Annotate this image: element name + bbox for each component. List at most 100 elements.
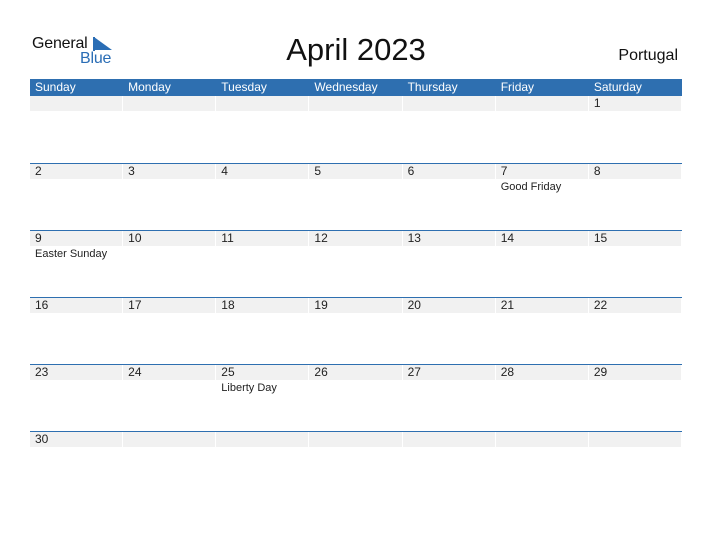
day-cell: 15: [588, 231, 682, 297]
day-cell: 20: [402, 298, 496, 364]
day-cell: [309, 432, 402, 498]
day-number: [402, 96, 495, 111]
day-number: [216, 96, 309, 111]
day-number: 11: [216, 231, 309, 246]
day-number: 5: [309, 164, 402, 179]
day-number: 14: [495, 231, 588, 246]
day-number: 13: [402, 231, 495, 246]
day-number: 4: [216, 164, 309, 179]
day-number: 17: [123, 298, 216, 313]
day-number: [309, 96, 402, 111]
day-number: 24: [123, 365, 216, 380]
day-number: 12: [309, 231, 402, 246]
day-number: 22: [588, 298, 681, 313]
day-cell: [495, 432, 589, 498]
day-cell: [495, 96, 589, 163]
day-cell: 26: [309, 365, 402, 431]
day-number: [123, 96, 216, 111]
day-cell: 25 Liberty Day: [216, 365, 309, 431]
day-cell: 1: [588, 96, 682, 163]
day-cell: [216, 96, 309, 163]
day-cell: 22: [588, 298, 682, 364]
day-cell: 8: [588, 164, 682, 230]
day-cell: 23: [30, 365, 123, 431]
day-cell: 14: [495, 231, 589, 297]
day-number: 16: [30, 298, 123, 313]
day-cell: 11: [216, 231, 309, 297]
day-number: 19: [309, 298, 402, 313]
day-cell: [402, 432, 496, 498]
day-cell: 18: [216, 298, 309, 364]
day-number: 9: [30, 231, 123, 246]
day-number: 30: [30, 432, 123, 447]
day-cell: 28: [495, 365, 589, 431]
week-row: 2 3 4 5 6 7 Good Friday 8: [30, 163, 682, 230]
day-number: 28: [495, 365, 588, 380]
week-row: 16 17 18 19 20 21 22: [30, 297, 682, 364]
country-label: Portugal: [618, 47, 678, 64]
day-cell: 6: [402, 164, 496, 230]
day-number: [216, 432, 309, 447]
weekday-saturday: Saturday: [593, 80, 642, 94]
holiday-label: Liberty Day: [221, 382, 277, 394]
weekday-thursday: Thursday: [407, 80, 458, 94]
day-number: [30, 96, 123, 111]
holiday-label: Easter Sunday: [35, 248, 108, 260]
day-cell: [123, 432, 216, 498]
day-cell: 21: [495, 298, 589, 364]
day-number: 3: [123, 164, 216, 179]
day-number: 6: [402, 164, 495, 179]
day-cell: 19: [309, 298, 402, 364]
week-row: 1: [30, 96, 682, 163]
day-cell: 3: [123, 164, 216, 230]
day-number: [123, 432, 216, 447]
day-cell: 29: [588, 365, 682, 431]
day-cell: 4: [216, 164, 309, 230]
weekday-wednesday: Wednesday: [314, 80, 378, 94]
week-row: 30: [30, 431, 682, 498]
day-number: [495, 432, 588, 447]
weekday-tuesday: Tuesday: [221, 80, 267, 94]
day-number: 2: [30, 164, 123, 179]
day-cell: 2: [30, 164, 123, 230]
day-cell: 13: [402, 231, 496, 297]
day-cell: [402, 96, 496, 163]
weekday-friday: Friday: [500, 80, 535, 94]
day-cell: 30: [30, 432, 123, 498]
day-number: 29: [588, 365, 681, 380]
day-number: 23: [30, 365, 123, 380]
day-number: 20: [402, 298, 495, 313]
weekday-header: Sunday Monday Tuesday Wednesday Thursday…: [30, 79, 682, 96]
day-number: 10: [123, 231, 216, 246]
day-cell: 5: [309, 164, 402, 230]
day-cell: 12: [309, 231, 402, 297]
day-cell: 16: [30, 298, 123, 364]
day-cell: 17: [123, 298, 216, 364]
day-number: [495, 96, 588, 111]
day-cell: 9 Easter Sunday: [30, 231, 123, 297]
day-number: 25: [216, 365, 309, 380]
day-number: [402, 432, 495, 447]
day-number: 26: [309, 365, 402, 380]
day-number: 21: [495, 298, 588, 313]
day-cell: [588, 432, 682, 498]
day-cell: [30, 96, 123, 163]
calendar-grid: 1 2 3 4 5 6 7 Good Friday 8 9 Easter Sunday 10 11 12 1…: [30, 96, 682, 498]
day-cell: 7 Good Friday: [495, 164, 589, 230]
day-number: 15: [588, 231, 681, 246]
day-number: 7: [495, 164, 588, 179]
weekday-monday: Monday: [128, 80, 171, 94]
day-number: [309, 432, 402, 447]
day-cell: 10: [123, 231, 216, 297]
holiday-label: Good Friday: [500, 181, 562, 193]
weekday-sunday: Sunday: [35, 80, 76, 94]
day-number: 18: [216, 298, 309, 313]
day-number: 1: [588, 96, 681, 111]
day-cell: 27: [402, 365, 496, 431]
day-cell: [216, 432, 309, 498]
day-cell: 24: [123, 365, 216, 431]
day-number: 8: [588, 164, 681, 179]
page-title: April 2023: [286, 32, 426, 67]
day-cell: [123, 96, 216, 163]
week-row: 23 24 25 Liberty Day 26 27 28 29: [30, 364, 682, 431]
